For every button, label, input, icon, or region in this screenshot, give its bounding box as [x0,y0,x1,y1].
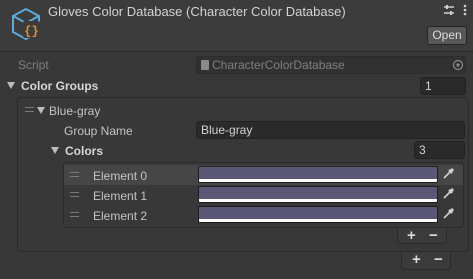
open-button[interactable]: Open [427,26,467,45]
script-field-value: CharacterColorDatabase [212,58,345,72]
menu-icon[interactable] [458,3,472,17]
eyedropper-icon[interactable] [440,166,456,182]
group-name-label: Group Name [64,124,133,138]
group-foldout-arrow[interactable] [37,107,45,114]
element-label: Element 2 [93,209,148,223]
color-groups-size-field[interactable]: 1 [420,77,466,95]
color-field[interactable] [198,166,438,183]
element-label: Element 1 [93,189,148,203]
groups-add-remove: + − [401,251,451,270]
eyedropper-icon[interactable] [440,206,456,222]
drag-handle[interactable] [70,172,79,177]
color-groups-label[interactable]: Color Groups [21,79,98,93]
drag-handle[interactable] [70,212,79,217]
remove-element-button[interactable]: − [429,227,438,244]
colors-foldout-arrow[interactable] [51,147,59,154]
color-field[interactable] [198,186,438,203]
sliders-icon[interactable] [442,3,456,17]
eyedropper-icon[interactable] [440,186,456,202]
color-groups-foldout-arrow[interactable] [7,82,15,89]
group-name-field[interactable]: Blue-gray [196,121,465,139]
scriptable-object-icon: {} [12,7,40,41]
add-element-button[interactable]: + [407,227,416,244]
color-field[interactable] [198,206,438,223]
element-label: Element 0 [93,169,148,183]
colors-add-remove: + − [397,227,447,244]
colors-size-field[interactable]: 3 [414,141,465,159]
alpha-bar [199,219,437,222]
drag-handle[interactable] [25,107,34,112]
script-label: Script [18,58,49,72]
inspector-title: Gloves Color Database (Character Color D… [48,4,346,19]
colors-label[interactable]: Colors [65,144,103,158]
remove-group-button[interactable]: − [434,251,443,268]
inspector-header: {} Gloves Color Database (Character Colo… [0,0,473,52]
add-group-button[interactable]: + [412,251,421,268]
alpha-bar [199,199,437,202]
object-picker-icon[interactable] [452,59,464,71]
script-field: CharacterColorDatabase [196,56,466,74]
svg-text:{}: {} [24,25,38,39]
drag-handle[interactable] [70,192,79,197]
script-file-icon [201,60,209,70]
group-item-label[interactable]: Blue-gray [49,104,100,118]
alpha-bar [199,179,437,182]
